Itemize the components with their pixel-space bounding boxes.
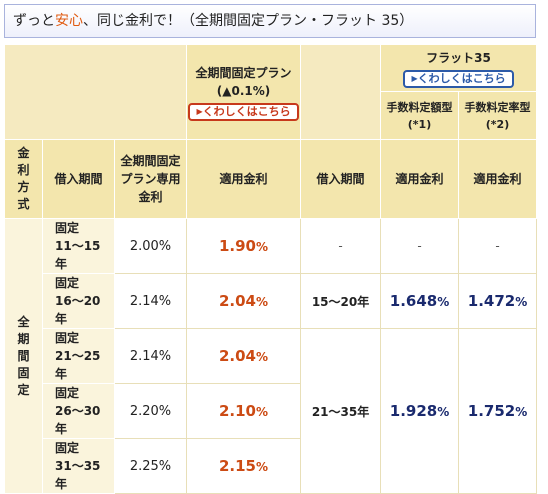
method-label: 全期間固定 [17,314,30,397]
period-label: 固定11〜15年 [55,221,101,271]
rate-table: 全期間固定プラン (▲0.1%) ▶くわしくはこちら フラット35 ▶くわしくは… [3,44,538,494]
flat-rate-b-cell: - [458,218,538,274]
period-label: 固定16〜20年 [55,276,101,326]
flat35-title: フラット35 [426,50,491,65]
flat35-detail-link-label: くわしくはこちら [417,71,506,85]
col-flat-rate-b-header: 適用金利 [458,139,538,219]
basic-rate-cell: 2.25% [113,438,188,494]
table-row: 固定21〜25年 2.14% 2.04% 21〜35年 1.928% 1.752… [5,328,538,494]
table-row: 固定16〜20年 2.14% 2.04% 15〜20年 1.648% 1.472… [5,273,538,329]
flat-rate-b-value: 1.472 [467,292,516,310]
applied-rate-unit: % [256,350,269,364]
col-basic-rate-label: 全期間固定プラン専用金利 [120,154,181,204]
table-row: 全期間固定 固定11〜15年 2.00% 1.90% - - - [4,218,538,494]
blank-corner-cell [3,44,188,140]
applied-rate-value: 2.15 [218,457,256,475]
col-basic-rate-header: 全期間固定プラン専用金利 [113,139,188,219]
col-method-label: 金利方式 [17,146,30,211]
applied-rate-value: 2.04 [218,292,256,310]
plan-title-line2: (▲0.1%) [216,83,271,98]
page-title-banner: ずっと安心、同じ金利で！（全期間固定プラン・フラット 35） [4,4,536,38]
applied-rate-cell: 1.90% [186,218,302,274]
flat-rate-a-unit: % [437,295,450,309]
period-cell: 固定21〜25年 [42,328,115,384]
basic-rate-cell: 2.00% [113,218,188,274]
applied-rate-value: 2.04 [218,347,256,365]
applied-rate-unit: % [256,295,269,309]
period-cell: 固定31〜35年 [42,438,115,494]
col-flat-period-header: 借入期間 [300,139,382,219]
period-label: 固定31〜35年 [55,441,101,491]
col-applied-rate-header: 適用金利 [186,139,302,219]
flat-rate-b-cell: 1.752% [458,328,538,494]
flat-period-cell: 15〜20年 [300,273,382,329]
flat-rate-a-unit: % [437,405,450,419]
flat35-col-fixed-fee: 手数料定額型 (*1) [380,91,460,140]
col-period-header: 借入期間 [42,139,115,219]
flat-rate-a-value: 1.648 [389,292,438,310]
period-label: 固定21〜25年 [55,331,101,381]
title-highlight: 安心 [55,13,83,29]
title-prefix: ずっと [13,13,55,29]
applied-rate-cell: 2.04% [186,328,302,384]
col-flat-rate-a-header: 適用金利 [380,139,460,219]
flat35-detail-link[interactable]: ▶くわしくはこちら [403,69,514,88]
applied-rate-cell: 2.10% [186,383,302,439]
basic-rate-cell: 2.20% [113,383,188,439]
flat-period-cell: 21〜35年 [300,328,382,494]
period-cell: 固定11〜15年 [42,218,115,274]
method-cell: 全期間固定 [4,218,43,494]
flat35-title-cell: フラット35 ▶くわしくはこちら [380,44,538,92]
flat35-col-rate-fee: 手数料定率型 (*2) [458,91,538,140]
basic-rate-cell: 2.14% [113,328,188,384]
applied-rate-value: 2.10 [218,402,256,420]
flat-rate-b-unit: % [515,405,528,419]
plan-title-line1: 全期間固定プラン [195,65,292,80]
flat-rate-b-cell: 1.472% [458,273,538,329]
plan-detail-link[interactable]: ▶くわしくはこちら [188,102,299,121]
flat-period-cell: - [300,218,382,274]
title-suffix: 、同じ金利で！（全期間固定プラン・フラット 35） [83,13,414,29]
flat-rate-b-value: 1.752 [467,402,516,420]
applied-rate-cell: 2.15% [186,438,302,494]
col-method-header: 金利方式 [4,139,43,219]
plan-title-cell: 全期間固定プラン (▲0.1%) ▶くわしくはこちら [186,44,302,140]
applied-rate-unit: % [256,240,269,254]
applied-rate-value: 1.90 [218,237,256,255]
basic-rate-cell: 2.14% [113,273,188,329]
flat-rate-a-cell: - [380,218,460,274]
flat-rate-b-unit: % [515,295,528,309]
applied-rate-unit: % [256,405,269,419]
plan-detail-link-label: くわしくはこちら [202,104,291,118]
period-cell: 固定26〜30年 [42,383,115,439]
period-label: 固定26〜30年 [55,386,101,436]
applied-rate-cell: 2.04% [186,273,302,329]
flat-rate-a-cell: 1.648% [380,273,460,329]
blank-flat-period-head [300,44,382,140]
period-cell: 固定16〜20年 [42,273,115,329]
flat-rate-a-cell: 1.928% [380,328,460,494]
flat-rate-a-value: 1.928 [389,402,438,420]
